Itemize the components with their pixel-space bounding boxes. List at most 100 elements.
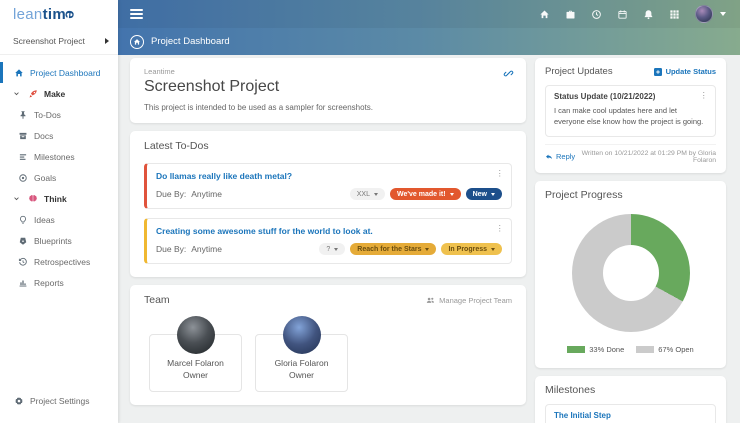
avatar <box>282 316 321 354</box>
avatar <box>176 316 215 354</box>
updates-heading: Project Updates <box>545 66 613 77</box>
status-dropdown[interactable]: New <box>465 188 502 200</box>
sidebar-item-project-dashboard[interactable]: Project Dashboard <box>0 62 118 83</box>
pen-nib-icon <box>17 235 28 246</box>
todo-title-link[interactable]: Do llamas really like death metal? <box>156 171 502 181</box>
caret-down-icon[interactable] <box>720 12 726 16</box>
progress-heading: Project Progress <box>545 188 623 201</box>
sidebar-item-docs[interactable]: Docs <box>0 125 118 146</box>
milestones-card: Milestones The Initial Step Due By: 01/2… <box>535 375 726 423</box>
sidebar-item-goals[interactable]: Goals <box>0 167 118 188</box>
calendar-icon[interactable] <box>617 9 628 20</box>
breadcrumb: Project Dashboard <box>118 28 740 55</box>
status-update-post: Status Update (10/21/2022) ⋮ I can make … <box>545 85 716 137</box>
sidebar-item-todos[interactable]: To-Dos <box>0 104 118 125</box>
member-name: Gloria Folaron <box>274 358 329 368</box>
home-icon[interactable] <box>539 9 550 20</box>
legend-swatch-open <box>636 345 655 353</box>
bell-icon[interactable] <box>643 9 654 20</box>
leantime-logo[interactable]: lean tim e <box>0 0 118 28</box>
milestone-dropdown[interactable]: Reach for the Stars <box>350 243 437 255</box>
team-member-card: Marcel Folaron Owner <box>149 316 242 392</box>
caret-down-icon <box>373 192 378 196</box>
member-role: Owner <box>288 369 315 380</box>
logo-text: lean <box>13 5 43 23</box>
milestones-icon <box>17 151 28 162</box>
header: Project Dashboard <box>118 0 740 55</box>
update-status-button[interactable]: Update Status <box>653 67 716 76</box>
gear-icon <box>13 395 24 406</box>
todo-title-link[interactable]: Creating some awesome stuff for the worl… <box>156 226 502 236</box>
todo-item: Creating some awesome stuff for the worl… <box>144 218 512 264</box>
dashboard-home-icon[interactable] <box>130 34 144 49</box>
users-icon <box>427 297 435 303</box>
caret-down-icon <box>425 247 430 251</box>
caret-down-icon <box>449 192 454 196</box>
kebab-menu-icon[interactable]: ⋮ <box>700 91 709 100</box>
kebab-menu-icon[interactable]: ⋮ <box>496 169 505 178</box>
home-icon <box>13 67 24 78</box>
plus-square-icon <box>653 67 662 76</box>
caret-down-icon <box>334 247 339 251</box>
post-body: I can make cool updates here and let eve… <box>554 106 704 127</box>
sidebar-nav: Project Dashboard Make To-Dos Docs Miles… <box>0 62 118 293</box>
caret-right-icon <box>105 38 109 44</box>
milestone-title-link[interactable]: The Initial Step <box>554 411 707 420</box>
chevron-down-icon <box>13 90 21 98</box>
sidebar-item-project-settings[interactable]: Project Settings <box>0 390 118 411</box>
manage-project-team-link[interactable]: Manage Project Team <box>426 296 512 305</box>
sidebar-item-reports[interactable]: Reports <box>0 272 118 293</box>
apps-grid-icon[interactable] <box>669 9 680 20</box>
progress-donut <box>571 213 690 332</box>
legend-open-label: 67% Open <box>658 344 694 354</box>
share-link-icon[interactable] <box>503 68 514 79</box>
team-heading: Team <box>144 294 170 306</box>
post-meta: Written on 10/21/2022 at 01:29 PM by Glo… <box>581 149 716 164</box>
milestone-dropdown[interactable]: We've made it! <box>389 188 461 200</box>
due-by-label: Due By: <box>156 244 187 254</box>
due-by-label: Due By: <box>156 189 187 199</box>
sidebar-group-make[interactable]: Make <box>0 83 118 104</box>
reply-link[interactable]: Reply <box>545 152 575 161</box>
due-by-value: Anytime <box>191 189 222 199</box>
due-by-value: Anytime <box>191 244 222 254</box>
reply-arrow-icon <box>546 154 552 159</box>
chevron-down-icon <box>13 195 21 203</box>
chart-bar-icon <box>17 277 28 288</box>
history-icon <box>17 256 28 267</box>
member-name: Marcel Folaron <box>167 358 224 368</box>
bullseye-icon <box>17 172 28 183</box>
project-description: This project is intended to be used as a… <box>144 103 374 112</box>
kebab-menu-icon[interactable]: ⋮ <box>496 224 505 233</box>
sidebar-item-ideas[interactable]: Ideas <box>0 209 118 230</box>
caret-down-icon <box>491 247 495 251</box>
brain-icon <box>27 193 38 204</box>
user-avatar[interactable] <box>695 5 713 23</box>
status-dropdown[interactable]: In Progress <box>441 243 502 255</box>
caret-down-icon <box>491 192 495 196</box>
sidebar: lean tim e Screenshot Project Project Dash… <box>0 0 118 423</box>
sidebar-item-blueprints[interactable]: Blueprints <box>0 230 118 251</box>
project-selector-label: Screenshot Project <box>13 36 85 46</box>
milestones-heading: Milestones <box>545 383 596 396</box>
project-selector[interactable]: Screenshot Project <box>0 28 118 55</box>
project-progress-card: Project Progress 33% Done 67% Open <box>535 180 726 368</box>
legend-done-label: 33% Done <box>589 344 625 354</box>
docs-icon <box>17 130 28 141</box>
todo-item: Do llamas really like death metal? ⋮ Due… <box>144 163 512 209</box>
post-title: Status Update (10/21/2022) <box>554 92 656 101</box>
briefcase-icon[interactable] <box>565 9 576 20</box>
rocket-icon <box>27 88 38 99</box>
team-card: Team Manage Project Team Marcel Folaron … <box>130 285 526 405</box>
sidebar-item-retrospectives[interactable]: Retrospectives <box>0 251 118 272</box>
sidebar-item-milestones[interactable]: Milestones <box>0 146 118 167</box>
project-updates-card: Project Updates Update Status Status Upd… <box>535 58 726 173</box>
member-role: Owner <box>182 369 209 380</box>
effort-dropdown[interactable]: XXL <box>349 188 385 200</box>
sidebar-group-think[interactable]: Think <box>0 188 118 209</box>
page-title: Project Dashboard <box>151 36 230 47</box>
clock-icon[interactable] <box>591 9 602 20</box>
thumbtack-icon <box>17 109 28 120</box>
hamburger-menu-icon[interactable] <box>130 7 143 21</box>
effort-dropdown[interactable]: ? <box>319 243 346 255</box>
